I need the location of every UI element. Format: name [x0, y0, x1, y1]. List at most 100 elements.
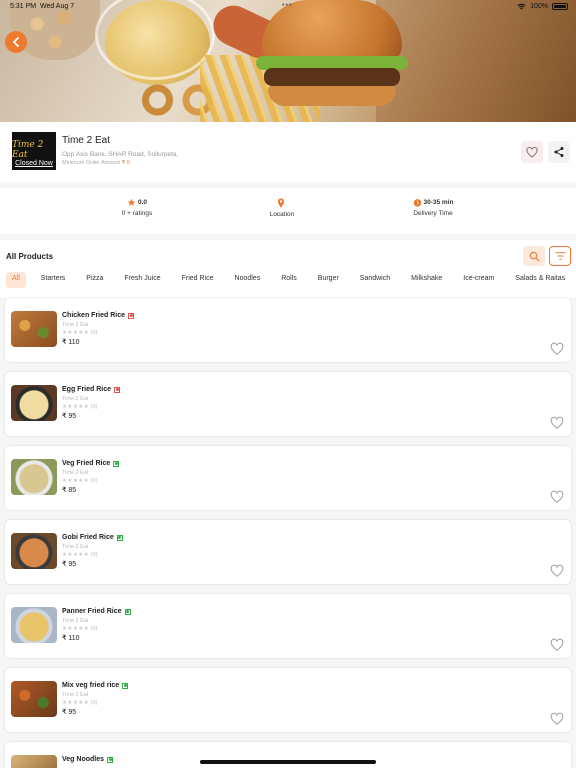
heart-icon[interactable] [550, 638, 564, 652]
search-icon [529, 251, 539, 261]
veg-indicator-icon [124, 608, 131, 615]
product-name-row: Veg Noodles [62, 756, 114, 763]
restaurant-hero-image [0, 0, 576, 122]
category-tab[interactable]: Pizza [80, 272, 109, 288]
battery-percent: 100% [530, 3, 548, 10]
category-tab[interactable]: Rolls [275, 272, 303, 288]
restaurant-name: Time 2 Eat [62, 135, 110, 146]
category-tab[interactable]: Burger [312, 272, 345, 288]
product-price: ₹ 110 [62, 635, 80, 642]
chevron-left-icon [12, 37, 19, 47]
product-card[interactable]: Gobi Fried Rice Time 2 Eat ★★★★★ (0) ₹ 95 [5, 520, 571, 584]
category-tab[interactable]: Sandwich [354, 272, 396, 288]
category-tab[interactable]: Fresh Juice [118, 272, 166, 288]
restaurant-address: Opp Axis Bank, SHAR Road, Sullurpeta, [62, 151, 179, 158]
nonveg-indicator-icon [128, 312, 135, 319]
rating-count: (0) [90, 404, 98, 410]
timer-icon [413, 199, 421, 207]
heart-icon[interactable] [550, 712, 564, 726]
product-card[interactable]: Panner Fried Rice Time 2 Eat ★★★★★ (0) ₹ 11… [5, 594, 571, 658]
rating-count: (0) [90, 626, 98, 632]
favorite-button[interactable] [521, 141, 543, 163]
product-restaurant: Time 2 Eat [62, 692, 89, 698]
share-button[interactable] [548, 141, 570, 163]
hero-burger [256, 0, 408, 108]
rating-stat: 0.0 0 + ratings [97, 198, 177, 217]
product-price: ₹ 95 [62, 709, 77, 716]
search-button[interactable] [523, 246, 545, 266]
category-tab[interactable]: Salads & Raitas [509, 272, 571, 288]
product-card[interactable]: Egg Fried Rice Time 2 Eat ★★★★★ (0) ₹ 95 [5, 372, 571, 436]
product-name: Veg Fried Rice [62, 460, 111, 467]
product-card[interactable]: Chicken Fried Rice Time 2 Eat ★★★★★ (0) ₹ 1… [5, 298, 571, 362]
rating-stars: ★★★★★ [62, 478, 90, 484]
restaurant-page: 5:31 PM Wed Aug 7 ••• 100% Time 2 Eat Cl… [0, 0, 576, 768]
category-tab[interactable]: Ice-cream [457, 272, 500, 288]
wifi-icon [517, 3, 526, 10]
share-icon [554, 147, 564, 157]
delivery-value: 30-35 min [423, 199, 454, 207]
product-card[interactable]: Mix veg fried rice Time 2 Eat ★★★★★ (0) ₹ 9… [5, 668, 571, 732]
heart-icon[interactable] [550, 490, 564, 504]
category-tab[interactable]: Fried Rice [176, 272, 220, 288]
filter-icon [554, 252, 566, 260]
product-card[interactable]: Veg Noodles [5, 742, 571, 768]
category-tab[interactable]: Milkshake [405, 272, 448, 288]
restaurant-logo: Time 2 Eat Closed Now [12, 132, 56, 170]
location-pin-icon [277, 198, 285, 208]
category-tabs: All Starters Pizza Fresh Juice Fried Rice Noo… [6, 272, 576, 288]
home-indicator[interactable] [200, 760, 376, 764]
product-restaurant: Time 2 Eat [62, 396, 89, 402]
star-icon [127, 198, 136, 206]
product-price: ₹ 85 [62, 487, 77, 494]
veg-indicator-icon [116, 534, 123, 541]
product-restaurant: Time 2 Eat [62, 544, 89, 550]
product-price: ₹ 95 [62, 561, 77, 568]
filter-button[interactable] [549, 246, 571, 266]
product-rating: ★★★★★ (0) [62, 552, 97, 558]
rating-count: (0) [90, 330, 98, 336]
veg-indicator-icon [113, 460, 120, 467]
product-name-row: Chicken Fried Rice [62, 312, 135, 319]
min-order-label: Minimum Order Amount [62, 160, 121, 166]
rating-count: (0) [90, 552, 98, 558]
delivery-label: Delivery Time [413, 210, 453, 217]
product-card[interactable]: Veg Fried Rice Time 2 Eat ★★★★★ (0) ₹ 85 [5, 446, 571, 510]
heart-icon[interactable] [550, 342, 564, 356]
location-stat[interactable]: Location [242, 198, 322, 218]
status-bar: 5:31 PM Wed Aug 7 ••• 100% [0, 0, 576, 14]
minimum-order: Minimum Order Amount ₹ 0 [62, 160, 130, 166]
product-price: ₹ 95 [62, 413, 77, 420]
delivery-stat: 30-35 min Delivery Time [393, 198, 473, 217]
rating-stars: ★★★★★ [62, 626, 90, 632]
category-tab[interactable]: All [6, 272, 26, 288]
product-image [11, 311, 57, 347]
product-image [11, 755, 57, 768]
product-image [11, 533, 57, 569]
status-time: 5:31 PM Wed Aug 7 [10, 3, 75, 10]
product-image [11, 681, 57, 717]
status-right: 100% [517, 3, 568, 10]
back-button[interactable] [5, 31, 27, 53]
veg-indicator-icon [122, 682, 129, 689]
closed-status: Closed Now [15, 160, 53, 167]
product-name-row: Mix veg fried rice [62, 682, 129, 689]
product-name: Veg Noodles [62, 756, 105, 763]
product-image [11, 459, 57, 495]
heart-icon[interactable] [550, 416, 564, 430]
rating-stars: ★★★★★ [62, 552, 90, 558]
nonveg-indicator-icon [114, 386, 121, 393]
min-order-value: ₹ 0 [121, 160, 130, 166]
heart-icon [526, 146, 538, 158]
category-tab[interactable]: Noodles [229, 272, 267, 288]
restaurant-info: Time 2 Eat Closed Now Time 2 Eat Opp Axi… [0, 122, 576, 182]
product-rating: ★★★★★ (0) [62, 330, 97, 336]
product-rating: ★★★★★ (0) [62, 626, 97, 632]
product-rating: ★★★★★ (0) [62, 700, 97, 706]
rating-stars: ★★★★★ [62, 700, 90, 706]
product-name: Panner Fried Rice [62, 608, 122, 615]
category-tab[interactable]: Starters [35, 272, 72, 288]
product-restaurant: Time 2 Eat [62, 618, 89, 624]
product-image [11, 607, 57, 643]
heart-icon[interactable] [550, 564, 564, 578]
